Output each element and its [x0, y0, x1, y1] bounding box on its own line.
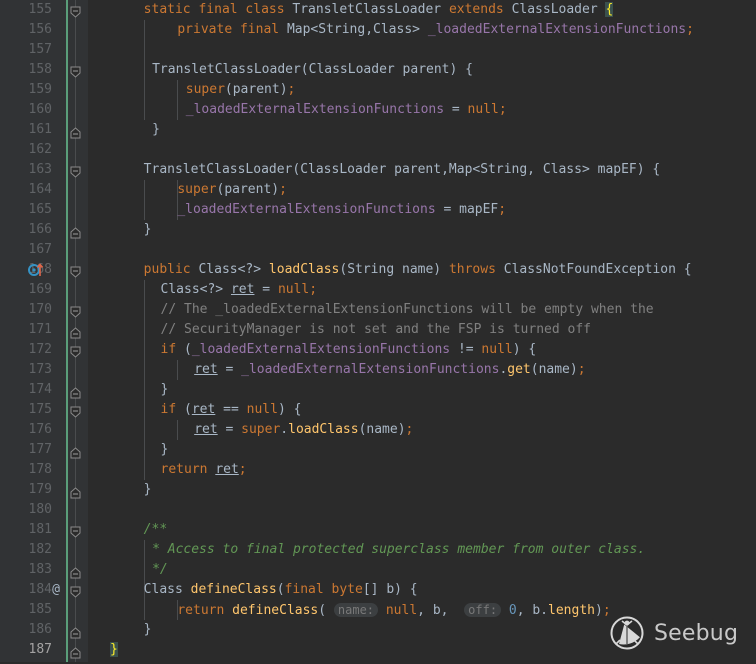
fold-toggle-icon[interactable]	[69, 344, 82, 358]
code-line[interactable]: */	[152, 560, 168, 580]
line-number[interactable]: 167	[0, 240, 52, 260]
line-number[interactable]: 174	[0, 380, 52, 400]
line-number[interactable]: 170	[0, 300, 52, 320]
seebug-watermark-label: Seebug	[654, 620, 739, 646]
line-number[interactable]: 184	[0, 580, 52, 600]
line-number[interactable]: 163	[0, 160, 52, 180]
indent-guide	[177, 420, 179, 440]
code-content[interactable]: static final class TransletClassLoader e…	[110, 0, 756, 662]
line-number[interactable]: 159	[0, 80, 52, 100]
fold-toggle-icon[interactable]	[69, 524, 82, 538]
line-number[interactable]: 160	[0, 100, 52, 120]
code-line[interactable]: return defineClass( name: null, b, off: …	[177, 600, 611, 620]
fold-toggle-icon[interactable]	[69, 264, 82, 278]
line-number[interactable]: 176	[0, 420, 52, 440]
line-number[interactable]: 165	[0, 200, 52, 220]
code-line[interactable]: /**	[144, 520, 167, 540]
code-line[interactable]: }	[161, 440, 169, 460]
line-number[interactable]: 175	[0, 400, 52, 420]
fold-toggle-icon[interactable]	[69, 584, 82, 598]
indent-guide	[143, 180, 145, 220]
fold-toggle-icon[interactable]	[69, 324, 82, 339]
code-line[interactable]: // SecurityManager is not set and the FS…	[161, 320, 591, 340]
indent-guide	[143, 20, 145, 120]
code-line[interactable]: // The _loadedExternalExtensionFunctions…	[161, 300, 654, 320]
code-line[interactable]: super(parent);	[186, 80, 296, 100]
code-line[interactable]: public Class<?> loadClass(String name) t…	[144, 260, 692, 280]
fold-toggle-icon[interactable]	[69, 224, 82, 239]
line-number[interactable]: 156	[0, 20, 52, 40]
indent-guide	[177, 80, 179, 120]
seebug-bug-logo-icon	[610, 616, 644, 650]
code-line[interactable]: * Access to final protected superclass m…	[152, 540, 645, 560]
fold-toggle-icon[interactable]	[69, 644, 82, 659]
code-line[interactable]: }	[144, 480, 152, 500]
line-number[interactable]: 158	[0, 60, 52, 80]
line-number[interactable]: 183	[0, 560, 52, 580]
fold-toggle-icon[interactable]	[69, 624, 82, 639]
line-number[interactable]: 162	[0, 140, 52, 160]
fold-toggle-icon[interactable]	[69, 564, 82, 579]
fold-toggle-icon[interactable]	[69, 484, 82, 499]
line-number[interactable]: 173	[0, 360, 52, 380]
code-line[interactable]: ret = super.loadClass(name);	[194, 420, 413, 440]
line-number[interactable]: 172	[0, 340, 52, 360]
code-line[interactable]: if (_loadedExternalExtensionFunctions !=…	[161, 340, 537, 360]
line-number[interactable]: 186	[0, 620, 52, 640]
line-number[interactable]: 161	[0, 120, 52, 140]
indent-guide	[143, 280, 145, 480]
fold-toggle-icon[interactable]	[69, 384, 82, 399]
code-line[interactable]: super(parent);	[177, 180, 287, 200]
fold-toggle-icon[interactable]	[69, 404, 82, 418]
code-line[interactable]: _loadedExternalExtensionFunctions = null…	[186, 100, 507, 120]
annotation-marker-icon[interactable]: @	[48, 580, 64, 600]
line-number[interactable]: 169	[0, 280, 52, 300]
code-line[interactable]: }	[144, 220, 152, 240]
line-number[interactable]: 181	[0, 520, 52, 540]
code-line[interactable]: return ret;	[161, 460, 247, 480]
line-number[interactable]: 185	[0, 600, 52, 620]
code-line[interactable]: }	[161, 380, 169, 400]
seebug-watermark: Seebug	[608, 610, 748, 656]
code-line[interactable]: TransletClassLoader(ClassLoader parent) …	[152, 60, 473, 80]
line-number[interactable]: 177	[0, 440, 52, 460]
line-number[interactable]: 179	[0, 480, 52, 500]
code-line[interactable]: }	[110, 640, 118, 660]
code-line[interactable]: Class defineClass(final byte[] b) {	[144, 580, 418, 600]
line-number[interactable]: 182	[0, 540, 52, 560]
fold-toggle-icon[interactable]	[69, 64, 82, 78]
implementing-method-icon[interactable]	[28, 262, 46, 278]
fold-toggle-icon[interactable]	[69, 4, 82, 18]
fold-toggle-icon[interactable]	[69, 304, 82, 318]
code-line[interactable]: Class<?> ret = null;	[161, 280, 318, 300]
line-number[interactable]: 180	[0, 500, 52, 520]
indent-guide	[177, 360, 179, 380]
code-line[interactable]: if (ret == null) {	[161, 400, 302, 420]
code-line[interactable]: }	[152, 120, 160, 140]
fold-toggle-icon[interactable]	[69, 444, 82, 459]
line-number[interactable]: 166	[0, 220, 52, 240]
code-editor[interactable]: 155 156 157 158 159 160 161 162 163 164 165 166 167 1…	[0, 0, 756, 662]
line-number[interactable]: 187	[0, 640, 52, 660]
code-line[interactable]: TransletClassLoader(ClassLoader parent,M…	[144, 160, 661, 180]
line-number[interactable]: 171	[0, 320, 52, 340]
line-number[interactable]: 178	[0, 460, 52, 480]
code-line[interactable]: static final class TransletClassLoader e…	[144, 0, 614, 20]
code-line[interactable]: private final Map<String,Class> _loadedE…	[177, 20, 694, 40]
line-number[interactable]: 164	[0, 180, 52, 200]
code-line[interactable]: ret = _loadedExternalExtensionFunctions.…	[194, 360, 585, 380]
line-number[interactable]: 155	[0, 0, 52, 20]
line-number[interactable]: 157	[0, 40, 52, 60]
code-line[interactable]: }	[144, 620, 152, 640]
fold-toggle-icon[interactable]	[69, 164, 82, 178]
code-line[interactable]: _loadedExternalExtensionFunctions = mapE…	[177, 200, 506, 220]
fold-toggle-icon[interactable]	[69, 124, 82, 139]
